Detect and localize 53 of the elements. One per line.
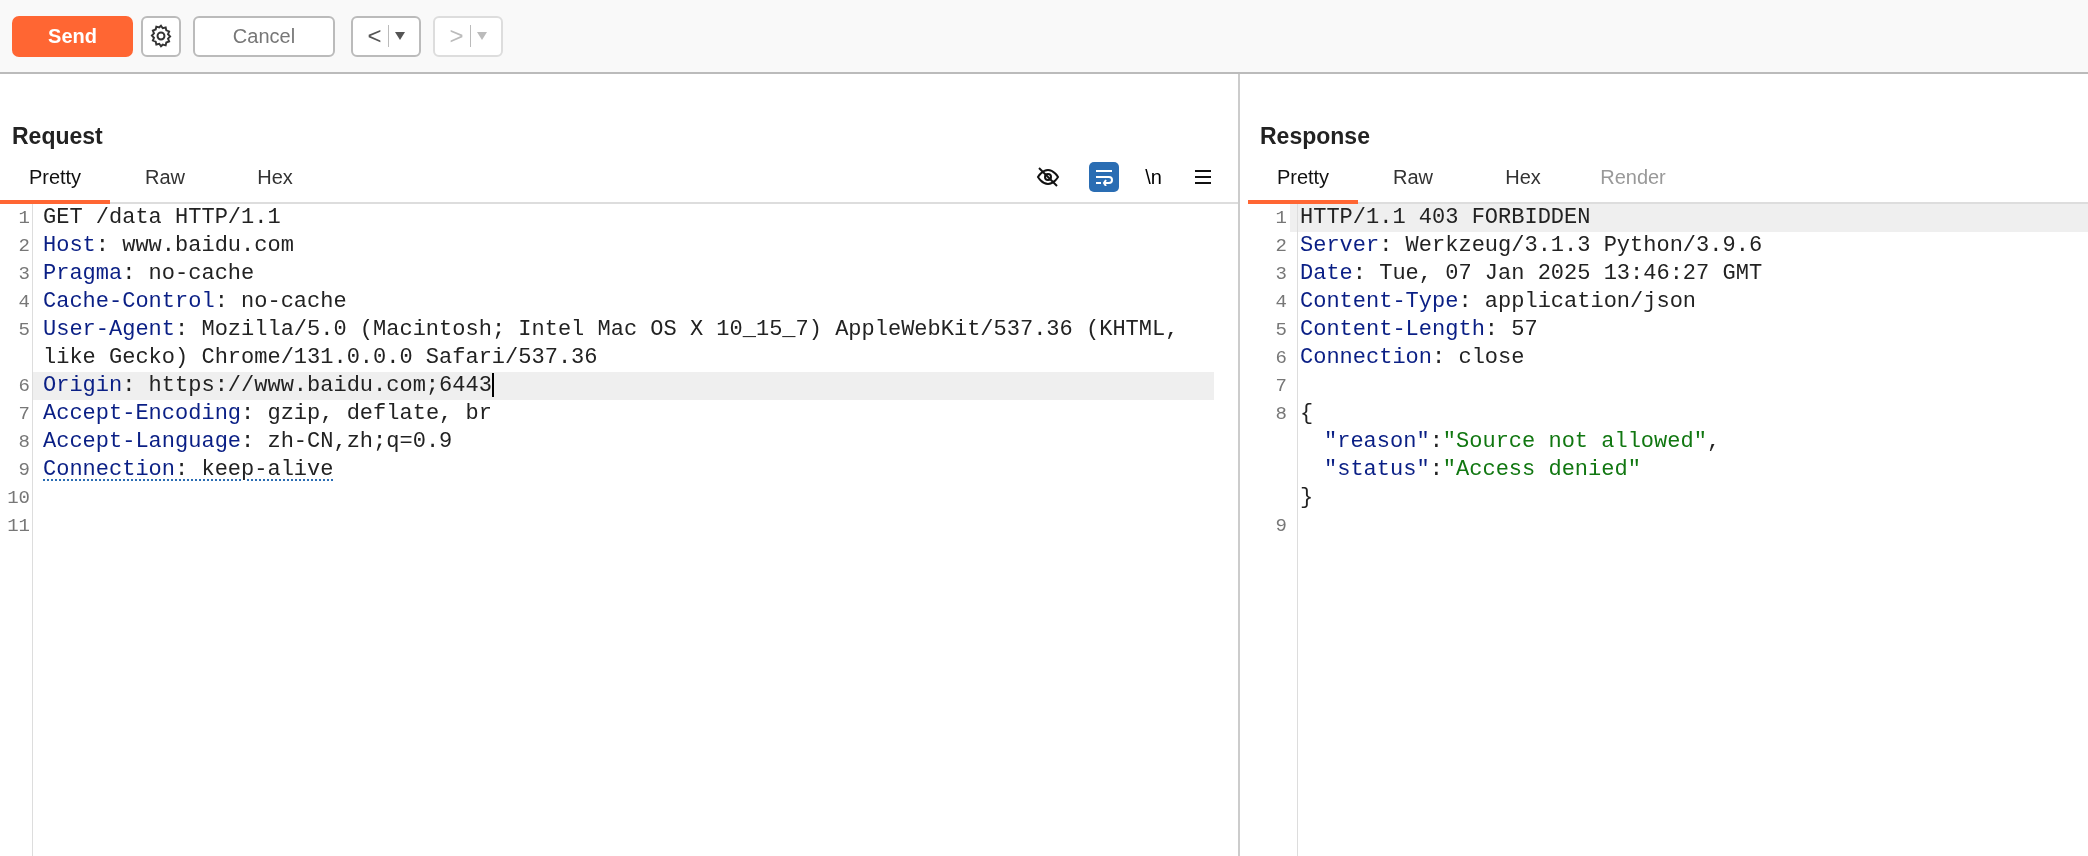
view-tab[interactable]: Hex — [1468, 161, 1578, 204]
pane-title: Response — [1260, 122, 1371, 151]
back-button[interactable]: < — [351, 15, 421, 57]
settings-button[interactable] — [141, 15, 181, 57]
code-line: Date: Tue, 07 Jan 2025 13:46:27 GMT — [1300, 260, 1763, 286]
line-number: 3 — [18, 262, 30, 285]
view-tab[interactable]: Raw — [110, 161, 220, 204]
line-number: 5 — [18, 318, 30, 341]
line-number: 2 — [1275, 234, 1287, 257]
code-line: Accept-Language: zh-CN,zh;q=0.9 — [43, 428, 453, 454]
code-line: Cache-Control: no-cache — [43, 288, 347, 314]
code-line: Content-Type: application/json — [1300, 288, 1697, 314]
line-number: 11 — [7, 514, 30, 537]
line-number: 6 — [18, 374, 30, 397]
code-line: HTTP/1.1 403 FORBIDDEN — [1300, 204, 1591, 230]
code-line: Connection: close — [1300, 344, 1525, 370]
line-number: 1 — [1275, 206, 1287, 229]
line-number: 8 — [18, 430, 30, 453]
line-number: 5 — [1275, 318, 1287, 341]
line-number: 1 — [18, 206, 30, 229]
code-line: Host: www.baidu.com — [43, 232, 294, 258]
cancel-button[interactable]: Cancel — [193, 15, 335, 57]
line-number: 7 — [18, 402, 30, 425]
line-number: 6 — [1275, 346, 1287, 369]
code-line: User-Agent: Mozilla/5.0 (Macintosh; Intel Mac OS X 10_15_7) AppleWebKit/537.36 (KHTML, like Gecko) Chrome/131.0.0.0 Safari/537.36 — [43, 316, 1180, 370]
line-number: 9 — [18, 458, 30, 481]
code-line: Server: Werkzeug/3.1.3 Python/3.9.6 — [1300, 232, 1763, 258]
code-line: { — [1300, 400, 1314, 426]
code-line: } — [1300, 484, 1314, 510]
view-tab[interactable]: Pretty — [0, 161, 110, 204]
newline-toggle[interactable]: \n — [1145, 161, 1162, 192]
line-number: 10 — [7, 486, 30, 509]
code-line: "reason":"Source not allowed", — [1324, 428, 1721, 454]
line-number: 7 — [1275, 374, 1287, 397]
gear-icon[interactable] — [148, 23, 174, 49]
view-tab[interactable]: Hex — [220, 161, 330, 204]
code-line: Connection: keep-alive — [43, 456, 334, 482]
pane-title: Request — [12, 122, 104, 151]
line-number: 3 — [1275, 262, 1287, 285]
line-number: 8 — [1275, 402, 1287, 425]
code-line: Pragma: no-cache — [43, 260, 255, 286]
code-line: GET /data HTTP/1.1 — [43, 204, 281, 230]
code-line: Accept-Encoding: gzip, deflate, br — [43, 400, 492, 426]
wrap-icon[interactable] — [1089, 161, 1120, 192]
line-number: 4 — [1275, 290, 1287, 313]
view-tab[interactable]: Raw — [1358, 161, 1468, 204]
dropdown-icon[interactable] — [394, 32, 405, 40]
line-number: 2 — [18, 234, 30, 257]
code-line: "status":"Access denied" — [1324, 456, 1641, 482]
code-line: Content-Length: 57 — [1300, 316, 1538, 342]
line-number: 9 — [1275, 514, 1287, 537]
code-line: Origin: https://www.baidu.com;6443 — [43, 372, 492, 398]
line-number: 4 — [18, 290, 30, 313]
